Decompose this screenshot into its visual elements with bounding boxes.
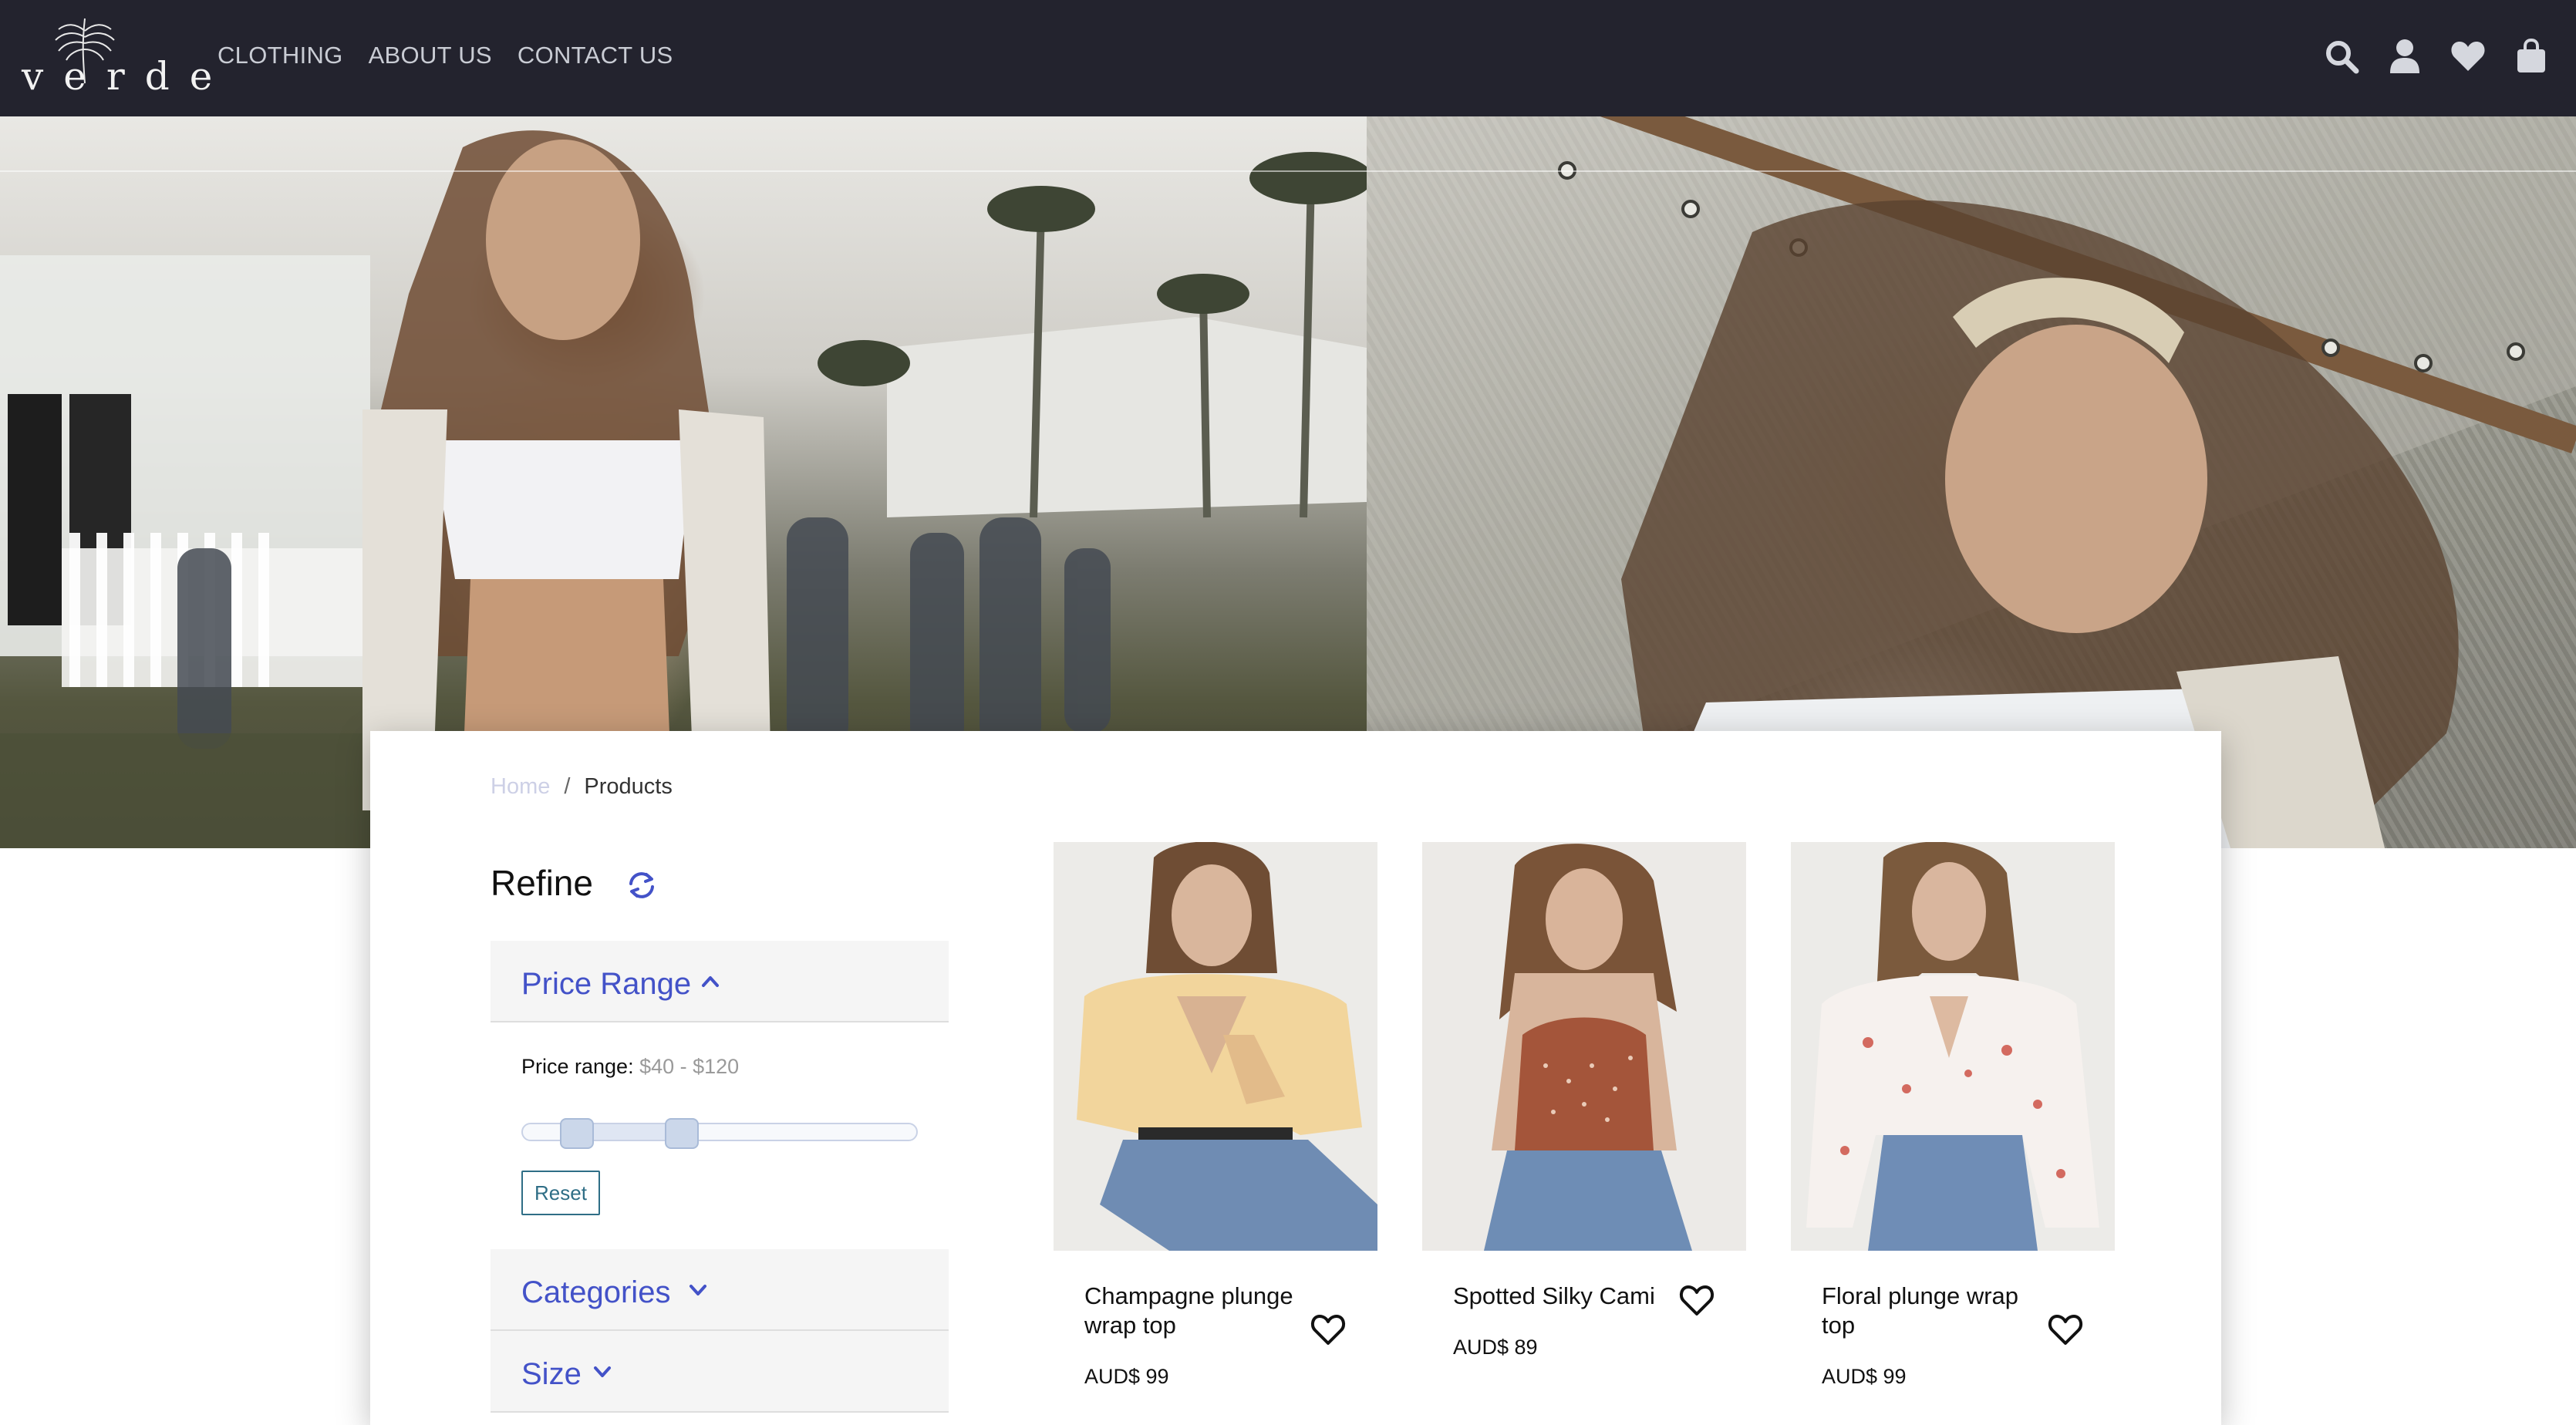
size-filter-header[interactable]: Size [491,1331,949,1413]
chevron-down-icon [690,1285,706,1295]
search-icon[interactable] [2318,31,2365,82]
product-image[interactable] [1791,842,2115,1251]
nav-contact-us-link[interactable]: CONTACT US [518,42,673,69]
nav-clothing-link[interactable]: CLOTHING [217,42,343,69]
price-range-filter-header[interactable]: Price Range [491,941,949,1022]
product-name[interactable]: Champagne plunge wrap top [1084,1282,1308,1340]
nav-icons [2301,31,2554,82]
refresh-icon[interactable] [623,867,660,904]
shopping-bag-icon[interactable] [2508,31,2554,82]
main-nav: CLOTHING ABOUT US CONTACT US [217,42,699,69]
hero-divider-line [0,170,2576,172]
categories-label: Categories [521,1275,671,1309]
price-max-handle[interactable] [665,1118,699,1149]
product-name[interactable]: Spotted Silky Cami [1453,1282,1677,1311]
refine-title: Refine [491,863,593,903]
price-range-label: Price Range [521,967,692,1001]
heart-outline-icon[interactable] [1310,1311,1347,1348]
model-floral-top-art [1791,842,2115,1251]
model-spotted-cami-art [1422,842,1746,1251]
price-range-text-label: Price range: [521,1055,634,1078]
product-price: AUD$ 99 [1822,1365,1907,1388]
heart-outline-icon[interactable] [2047,1311,2084,1348]
price-range-slider[interactable] [521,1118,918,1149]
product-image[interactable] [1054,842,1377,1251]
size-label: Size [521,1357,582,1391]
categories-filter-header[interactable]: Categories [491,1249,949,1331]
price-range-readout: Price range: $40 - $120 [521,1055,739,1079]
brand-name: verde [22,54,233,99]
breadcrumb-separator: / [564,774,571,799]
model-yellow-top-art [1054,842,1377,1251]
top-navbar: verde CLOTHING ABOUT US CONTACT US [0,0,2576,116]
product-image[interactable] [1422,842,1746,1251]
heart-icon[interactable] [2445,31,2491,82]
price-range-value: $40 - $120 [639,1055,740,1078]
product-name[interactable]: Floral plunge wrap top [1822,1282,2045,1340]
user-icon[interactable] [2382,31,2428,82]
price-reset-button[interactable]: Reset [521,1171,600,1215]
brand-logo[interactable]: verde [22,15,233,102]
breadcrumb: Home / Products [491,774,673,800]
breadcrumb-current: Products [584,774,673,799]
product-price: AUD$ 89 [1453,1336,1538,1359]
product-price: AUD$ 99 [1084,1365,1169,1388]
chevron-up-icon [702,976,719,987]
price-min-handle[interactable] [560,1118,594,1149]
products-panel: Home / Products Refine Price Range Price… [370,731,2221,1425]
heart-outline-icon[interactable] [1678,1282,1715,1319]
nav-about-us-link[interactable]: ABOUT US [369,42,492,69]
chevron-down-icon [594,1366,611,1377]
breadcrumb-home-link[interactable]: Home [491,774,550,800]
